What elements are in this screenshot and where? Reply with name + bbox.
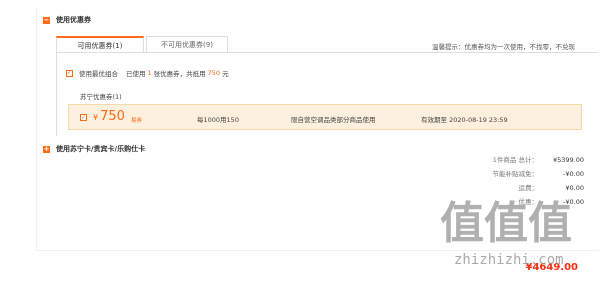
watermark-url: zhizhizhi.com [454, 252, 564, 268]
coupons-section-header[interactable]: − 使用优惠券 [43, 15, 91, 25]
tab-unavailable-coupons[interactable]: 不可用优惠券(9) [146, 36, 228, 52]
coupon-amount-value: 750 [100, 109, 125, 124]
coupon-group-title: 苏宁优惠券(1) [80, 93, 122, 101]
summary-row: 1件商品 总计： ¥5399.00 [384, 153, 584, 167]
coupon-expiry: 有效期至 2020-08-19 23:59 [421, 116, 508, 124]
summary-row: 运费： ¥0.00 [384, 181, 585, 195]
cards-section-header[interactable]: + 使用苏宁卡/贵宾卡/乐购仕卡 [43, 144, 145, 154]
coupon-row[interactable]: ✓ ¥750 易券 每1000用150 限自营空调品类部分商品使用 有效期至 2… [68, 104, 582, 130]
coupon-checkbox[interactable]: ✓ [80, 114, 87, 121]
tab-available-coupons[interactable]: 可用优惠券(1) [56, 36, 144, 52]
best-combo-checkbox[interactable]: ✓ [66, 69, 73, 77]
best-combo-count: 1 [147, 69, 152, 77]
summary-row: 节能补贴减免： -¥0.00 [384, 167, 585, 181]
coupons-section-title: 使用优惠券 [56, 16, 91, 24]
best-combo-used-text: 已使用 [126, 70, 146, 78]
expand-icon[interactable]: + [43, 145, 50, 153]
watermark-text: 值值值 [440, 198, 572, 249]
collapse-icon[interactable]: − [43, 16, 50, 24]
best-combo-used-text-2: 张优惠券，共抵用 [153, 70, 206, 78]
coupon-amount: ¥750 [93, 109, 125, 124]
coupon-rule: 每1000用150 [197, 116, 239, 124]
coupon-tabs: 可用优惠券(1) 不可用优惠券(9) [56, 36, 228, 52]
coupon-tip: 温馨提示：优惠券均为一次使用，不找零，不兑现 [432, 43, 575, 51]
best-combo-label: 使用最优组合 [79, 70, 118, 78]
best-combo-discount: 750 [207, 69, 221, 77]
best-combo-unit: 元 [222, 70, 229, 78]
currency-symbol: ¥ [93, 113, 99, 122]
summary-value: -¥0.00 [563, 170, 584, 178]
summary-value: ¥0.00 [565, 184, 584, 192]
checkmark-icon: ✓ [80, 113, 87, 121]
summary-label: 运费： [518, 184, 539, 192]
best-combo-option[interactable]: ✓ 使用最优组合 已使用 1 张优惠券，共抵用 750 元 [66, 68, 229, 78]
watermark-logo: 值值值 zhizhizhi.com [436, 198, 596, 278]
summary-label: 节能补贴减免： [492, 170, 539, 178]
checkmark-icon: ✓ [66, 69, 73, 76]
summary-label: 1件商品 总计： [492, 156, 538, 164]
coupon-type-label: 易券 [131, 118, 143, 124]
coupon-scope: 限自营空调品类部分商品使用 [291, 116, 376, 124]
cards-section-title: 使用苏宁卡/贵宾卡/乐购仕卡 [56, 145, 146, 153]
summary-value: ¥5399.00 [552, 156, 584, 164]
